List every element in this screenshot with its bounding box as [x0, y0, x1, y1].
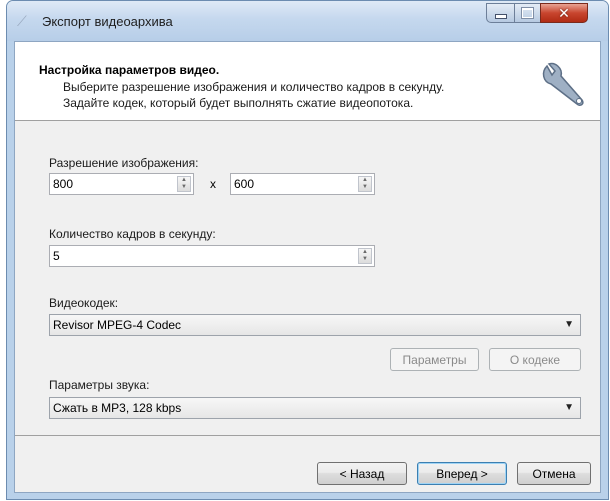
fps-spin-icon[interactable]: ▲ ▼	[358, 248, 372, 264]
minimize-icon	[494, 13, 507, 19]
resolution-label: Разрешение изображения:	[49, 156, 199, 170]
audio-label: Параметры звука:	[49, 378, 150, 392]
wizard-header: Настройка параметров видео. Выберите раз…	[15, 42, 600, 121]
maximize-button[interactable]	[514, 3, 541, 23]
chevron-down-icon: ▼	[564, 402, 574, 413]
dialog-client-area: Настройка параметров видео. Выберите раз…	[14, 41, 601, 493]
fps-label: Количество кадров в секунду:	[49, 227, 216, 241]
codec-params-button[interactable]: Параметры	[390, 348, 479, 371]
app-icon: ⟋	[17, 13, 27, 29]
resolution-width-value: 800	[53, 177, 74, 191]
page-description-line-1: Выберите разрешение изображения и количе…	[63, 80, 445, 94]
audio-select[interactable]: Сжать в MP3, 128 kbps ▼	[49, 397, 581, 419]
back-button[interactable]: < Назад	[317, 462, 407, 485]
resolution-width-stepper[interactable]: 800 ▲ ▼	[49, 173, 194, 195]
resolution-height-stepper[interactable]: 600 ▲ ▼	[230, 173, 375, 195]
close-icon: ✕	[558, 4, 570, 21]
audio-selected-value: Сжать в MP3, 128 kbps	[53, 401, 182, 415]
resolution-separator: x	[210, 177, 216, 191]
codec-selected-value: Revisor MPEG-4 Codec	[53, 318, 182, 332]
codec-about-button[interactable]: О кодеке	[489, 348, 581, 371]
title-bar[interactable]: ⟋ Экспорт видеоархива ✕	[7, 1, 608, 41]
codec-select[interactable]: Revisor MPEG-4 Codec ▼	[49, 314, 581, 336]
fps-stepper[interactable]: 5 ▲ ▼	[49, 245, 375, 267]
height-spin-icon[interactable]: ▲ ▼	[358, 176, 372, 192]
window-title: Экспорт видеоархива	[42, 14, 173, 29]
resolution-height-value: 600	[234, 177, 255, 191]
chevron-down-icon: ▼	[564, 319, 574, 330]
codec-label: Видеокодек:	[49, 296, 119, 310]
cancel-button[interactable]: Отмена	[517, 462, 591, 485]
minimize-button[interactable]	[486, 3, 515, 23]
close-button[interactable]: ✕	[540, 3, 588, 23]
page-title: Настройка параметров видео.	[39, 63, 220, 77]
footer-divider	[15, 435, 600, 436]
width-spin-icon[interactable]: ▲ ▼	[177, 176, 191, 192]
dialog-window: ⟋ Экспорт видеоархива ✕ Настройка параме…	[6, 0, 609, 500]
fps-value: 5	[53, 249, 60, 263]
maximize-icon	[521, 7, 534, 19]
next-button[interactable]: Вперед >	[417, 462, 507, 485]
wrench-icon	[542, 62, 584, 106]
page-description-line-2: Задайте кодек, который будет выполнять с…	[63, 96, 414, 110]
